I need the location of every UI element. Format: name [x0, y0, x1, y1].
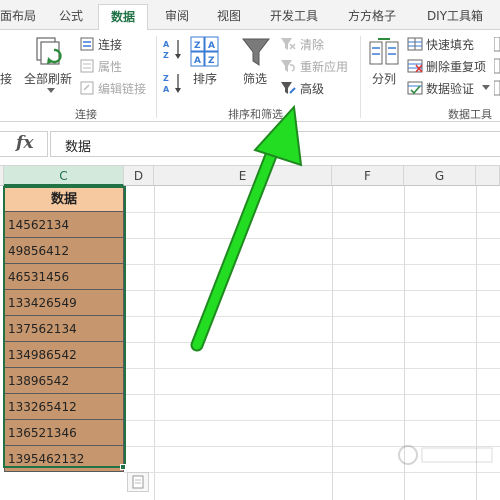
annotation-arrow-icon	[190, 104, 303, 352]
watermark-logo-icon	[398, 445, 493, 465]
